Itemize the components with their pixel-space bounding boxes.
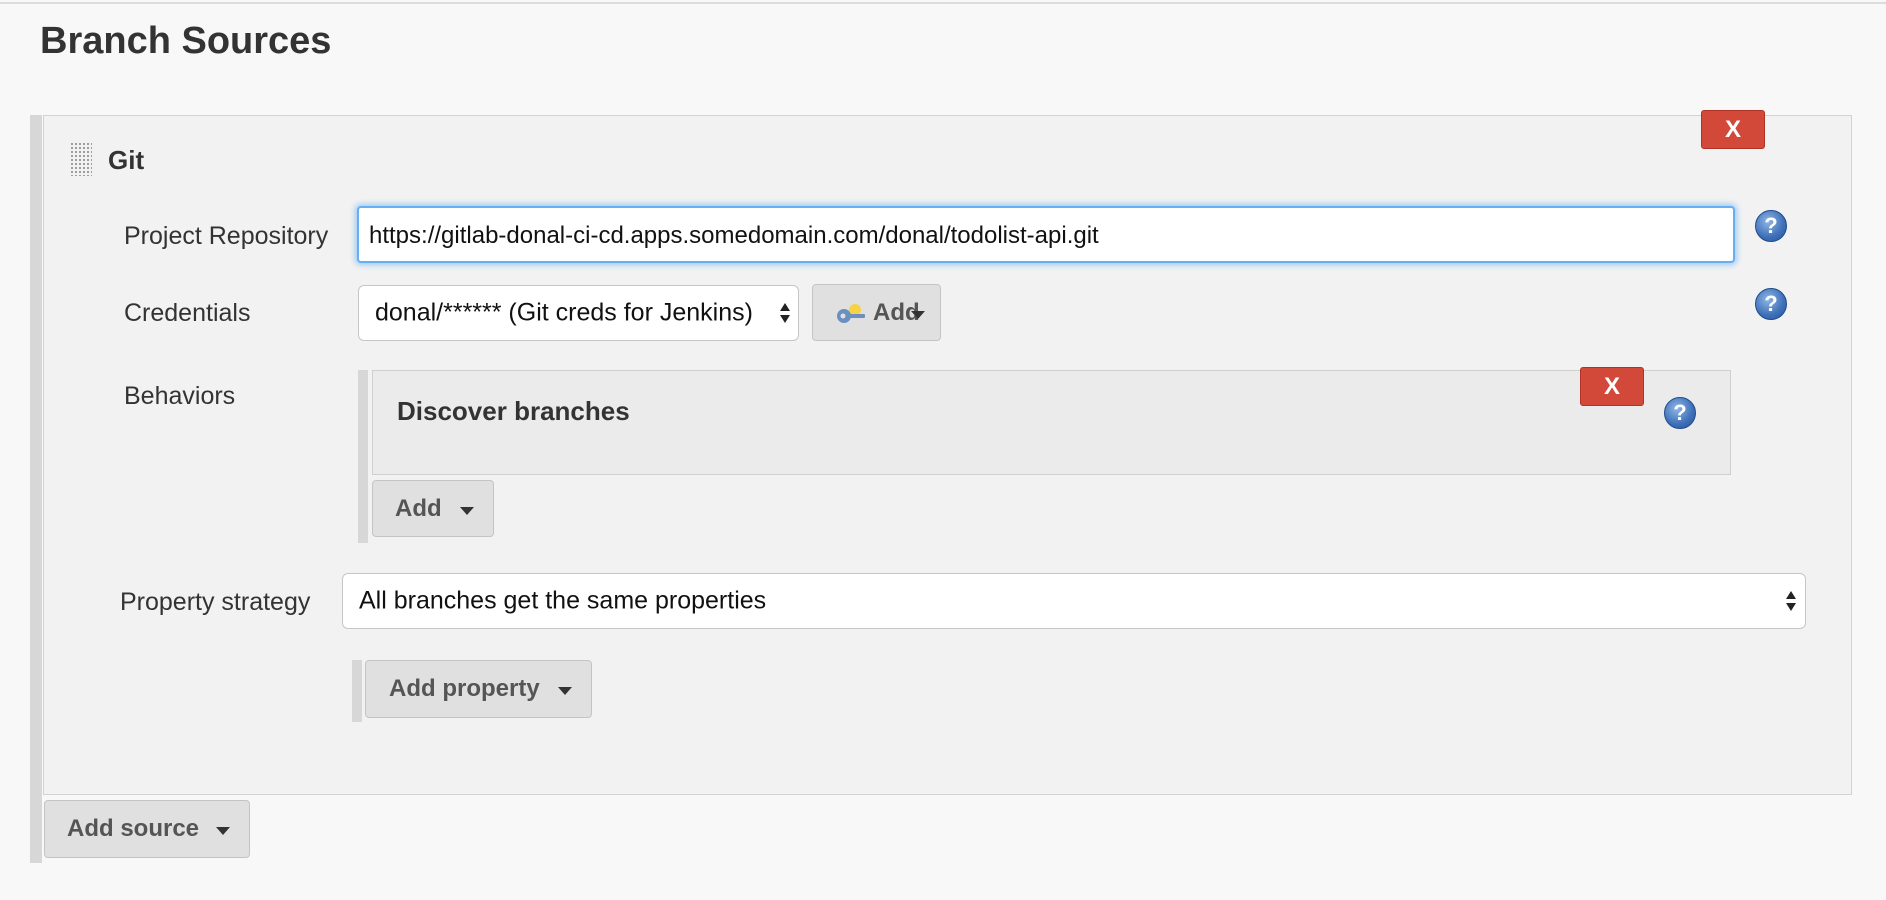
add-credentials-button[interactable]: Add (812, 284, 941, 341)
behaviors-label: Behaviors (124, 382, 236, 410)
sources-strip (30, 115, 42, 863)
credentials-label: Credentials (124, 299, 251, 327)
select-arrows-icon (780, 303, 790, 323)
property-strategy-select[interactable]: All branches get the same properties (342, 573, 1806, 629)
property-strategy-label: Property strategy (120, 588, 311, 616)
add-behavior-button[interactable]: Add (372, 480, 494, 537)
discover-branches-title: Discover branches (397, 396, 630, 426)
caret-down-icon (216, 827, 230, 835)
project-repository-label: Project Repository (124, 222, 329, 250)
caret-down-icon (911, 310, 925, 319)
key-icon (837, 304, 865, 323)
drag-handle-icon[interactable] (70, 142, 92, 176)
credentials-selected-value: donal/****** (Git creds for Jenkins) (375, 298, 753, 327)
project-repository-input[interactable]: https://gitlab-donal-ci-cd.apps.somedoma… (357, 206, 1735, 263)
caret-down-icon (460, 506, 474, 515)
add-behavior-label: Add (395, 494, 442, 522)
top-divider (0, 2, 1886, 4)
property-strategy-selected-value: All branches get the same properties (359, 586, 767, 615)
add-property-button[interactable]: Add property (365, 660, 592, 718)
discover-branches-help-icon[interactable]: ? (1664, 397, 1696, 429)
add-source-button[interactable]: Add source (44, 800, 250, 858)
behaviors-strip (358, 370, 368, 543)
delete-source-button[interactable]: X (1701, 110, 1765, 149)
delete-behavior-button[interactable]: X (1580, 367, 1644, 406)
credentials-select[interactable]: donal/****** (Git creds for Jenkins) (358, 285, 799, 341)
select-arrows-icon (1786, 591, 1796, 611)
properties-strip (352, 660, 362, 722)
caret-down-icon (558, 687, 572, 695)
credentials-help-icon[interactable]: ? (1755, 288, 1787, 320)
page-title: Branch Sources (40, 20, 332, 62)
add-source-label: Add source (67, 815, 200, 842)
git-source-title: Git (108, 145, 145, 175)
add-property-label: Add property (389, 675, 540, 702)
repository-help-icon[interactable]: ? (1755, 210, 1787, 242)
